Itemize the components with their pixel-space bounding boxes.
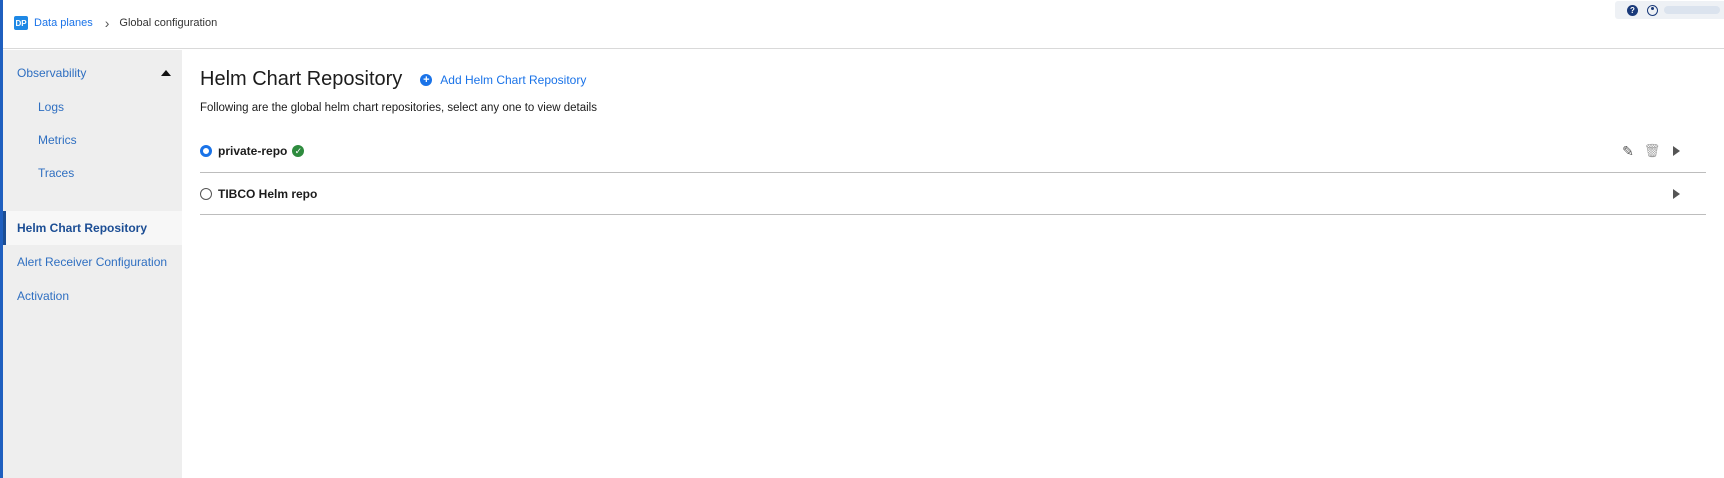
breadcrumb: DP Data planes › Global configuration [14, 14, 217, 32]
top-header: DP Data planes › Global configuration ? [3, 0, 1724, 49]
sidebar-item-alert-receiver-configuration[interactable]: Alert Receiver Configuration [3, 245, 182, 279]
expand-row-button[interactable] [1668, 186, 1684, 202]
page-title: Helm Chart Repository [200, 68, 403, 90]
sidebar-item-label: Alert Receiver Configuration [17, 255, 168, 269]
sidebar-item-helm-chart-repository[interactable]: Helm Chart Repository [3, 211, 182, 245]
sidebar-item-label: Traces [38, 166, 75, 180]
user-name-redacted[interactable] [1664, 6, 1720, 14]
sidebar-item-logs[interactable]: Logs [3, 90, 182, 124]
main-content: Helm Chart Repository + Add Helm Chart R… [182, 50, 1724, 478]
sidebar-item-label: Observability [17, 66, 87, 80]
radio-unselected[interactable] [200, 187, 212, 200]
delete-icon[interactable]: 🗑 [1644, 143, 1661, 159]
repo-row[interactable]: private-repo ✓ ✎ 🗑 [200, 130, 1706, 173]
sidebar-item-activation[interactable]: Activation [3, 279, 182, 313]
plus-circle-icon: + [420, 73, 433, 86]
caret-up-icon[interactable] [161, 70, 171, 76]
dp-logo-icon[interactable]: DP [14, 16, 28, 30]
sidebar: Observability Logs Metrics Traces Helm C… [3, 50, 182, 478]
play-icon [1672, 146, 1680, 156]
title-row: Helm Chart Repository + Add Helm Chart R… [200, 68, 586, 91]
sidebar-item-label: Logs [38, 100, 65, 114]
radio-selected[interactable] [200, 145, 212, 157]
repo-name: private-repo [218, 144, 288, 158]
row-actions: ✎ 🗑 [1612, 130, 1684, 172]
sidebar-item-label: Activation [17, 289, 70, 303]
play-icon [1672, 188, 1680, 199]
sidebar-item-traces[interactable]: Traces [3, 156, 182, 190]
add-button-label: Add Helm Chart Repository [440, 72, 587, 87]
sidebar-item-observability[interactable]: Observability [3, 56, 182, 90]
add-helm-chart-repository-button[interactable]: + Add Helm Chart Repository [420, 73, 586, 87]
user-icon[interactable] [1647, 4, 1658, 16]
repo-row[interactable]: TIBCO Helm repo [200, 173, 1706, 215]
help-icon[interactable]: ? [1627, 4, 1638, 16]
sidebar-item-metrics[interactable]: Metrics [3, 123, 182, 157]
header-utility-bar: ? [1615, 1, 1724, 19]
page-subtitle: Following are the global helm chart repo… [200, 102, 597, 114]
sidebar-item-label: Helm Chart Repository [17, 221, 148, 235]
repo-list: private-repo ✓ ✎ 🗑 TIBCO Helm repo [200, 130, 1706, 215]
repo-name: TIBCO Helm repo [218, 186, 318, 201]
breadcrumb-current: Global configuration [119, 17, 218, 29]
check-circle-icon: ✓ [292, 145, 305, 157]
chevron-right-icon: › [104, 15, 110, 31]
breadcrumb-data-planes[interactable]: Data planes [34, 17, 93, 29]
expand-row-button[interactable] [1668, 143, 1684, 159]
row-actions [1660, 173, 1684, 214]
edit-icon[interactable]: ✎ [1620, 143, 1636, 159]
sidebar-item-label: Metrics [38, 133, 77, 147]
